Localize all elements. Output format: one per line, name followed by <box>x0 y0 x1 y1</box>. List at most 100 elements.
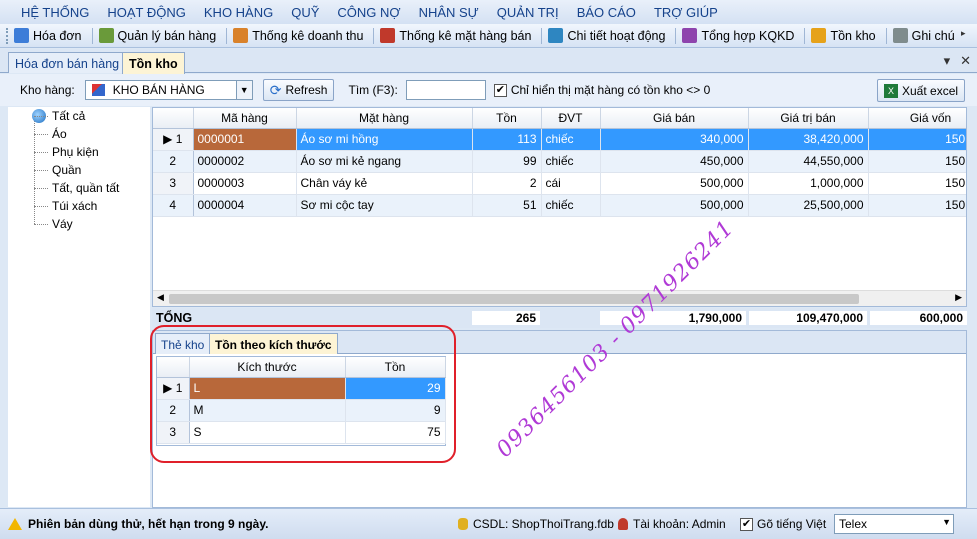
toolbar-button-5[interactable]: Tổng hợp KQKD <box>682 28 794 43</box>
menu-item-3[interactable]: QUỸ <box>291 5 319 20</box>
column-header[interactable]: Giá bán <box>600 108 749 129</box>
column-header[interactable]: Mặt hàng <box>296 108 473 129</box>
tree-item[interactable]: Quần <box>8 161 150 179</box>
tab-dropdown-icon[interactable]: ▾ <box>944 53 951 69</box>
cell-name[interactable]: Áo sơ mi kẻ ngang <box>296 150 473 173</box>
tree-item[interactable]: Tất cả <box>8 107 150 125</box>
cell-qty[interactable]: 51 <box>472 194 542 217</box>
column-header[interactable]: Giá vốn <box>868 108 966 129</box>
cell-name[interactable]: Áo sơ mi hồng <box>296 128 473 151</box>
tree-item[interactable]: Tất, quần tất <box>8 179 150 197</box>
only-nonzero-checkbox[interactable]: ✔ Chỉ hiển thị mặt hàng có tồn kho <> 0 <box>493 83 711 97</box>
menu-item-1[interactable]: HOẠT ĐỘNG <box>107 5 186 20</box>
tree-item[interactable]: Áo <box>8 125 150 143</box>
horizontal-scrollbar[interactable]: ◀ ▶ <box>153 290 966 306</box>
cell-code[interactable]: 0000004 <box>193 194 297 217</box>
tree-item-label: Túi xách <box>52 199 98 213</box>
toolbar-button-2[interactable]: Thống kê doanh thu <box>233 28 363 43</box>
chevron-down-icon[interactable]: ▼ <box>942 517 951 527</box>
toolbar-button-0[interactable]: Hóa đơn <box>14 28 82 43</box>
menu-bar: HỆ THỐNG HOẠT ĐỘNG KHO HÀNG QUỸ CÔNG NỢ NHÂN … <box>0 0 977 24</box>
checkbox-check-icon[interactable]: ✔ <box>740 517 753 531</box>
table-row[interactable]: ▶ 1 0000001 Áo sơ mi hồng 113 chiếc 340,000 38… <box>153 128 966 151</box>
tree-item[interactable]: Phụ kiện <box>8 143 150 161</box>
column-header[interactable]: Tồn <box>472 108 542 129</box>
row-number: 2 <box>169 154 177 168</box>
tree-item[interactable]: Túi xách <box>8 197 150 215</box>
cell-code[interactable]: 0000002 <box>193 150 297 173</box>
chevron-down-icon[interactable]: ▼ <box>235 81 252 99</box>
totals-label: TỔNG <box>156 311 193 325</box>
cell-value[interactable]: 38,420,000 <box>748 128 869 151</box>
cell-price[interactable]: 500,000 <box>600 172 749 195</box>
checkbox-check-icon[interactable]: ✔ <box>493 83 507 97</box>
tab-ton-kho[interactable]: Tồn kho <box>122 52 185 74</box>
menu-item-8[interactable]: TRỢ GIÚP <box>654 5 718 20</box>
toolbar-grip[interactable] <box>6 27 10 44</box>
menu-item-4[interactable]: CÔNG NỢ <box>337 5 400 20</box>
input-method-select[interactable]: Telex ▼ <box>834 514 954 534</box>
cell-name[interactable]: Sơ mi cộc tay <box>296 194 473 217</box>
database-status: CSDL: ShopThoiTrang.fdb <box>458 517 614 531</box>
toolbar: Hóa đơn Quản lý bán hàng Thống kê doanh th… <box>0 24 977 48</box>
warehouse-select[interactable]: KHO BÁN HÀNG ▼ <box>84 80 253 100</box>
cell-qty[interactable]: 113 <box>472 128 542 151</box>
menu-item-7[interactable]: BÁO CÁO <box>577 5 636 20</box>
row-header[interactable]: 2 <box>153 150 194 173</box>
cell-code[interactable]: 0000001 <box>193 128 297 151</box>
cell-cost[interactable]: 150,000 <box>868 172 966 195</box>
cell-qty[interactable]: 2 <box>472 172 542 195</box>
row-header[interactable]: 3 <box>153 172 194 195</box>
table-row[interactable]: 2 0000002 Áo sơ mi kẻ ngang 99 chiếc 450,000 4… <box>153 150 966 173</box>
toolbar-button-6[interactable]: Tồn kho <box>811 28 876 43</box>
cell-value[interactable]: 44,550,000 <box>748 150 869 173</box>
column-header[interactable]: ĐVT <box>541 108 601 129</box>
menu-item-5[interactable]: NHÂN SỰ <box>419 5 479 20</box>
scrollbar-thumb[interactable] <box>169 294 859 304</box>
column-header[interactable]: Giá trị bán <box>748 108 869 129</box>
row-header[interactable]: ▶ 1 <box>153 128 194 151</box>
tree-item[interactable]: Váy <box>8 215 150 233</box>
column-header[interactable]: Mã hàng <box>193 108 297 129</box>
trial-status: Phiên bản dùng thử, hết hạn trong 9 ngày… <box>8 517 268 531</box>
tab-hoa-don-ban-hang[interactable]: Hóa đơn bán hàng <box>8 52 127 73</box>
table-row[interactable]: 4 0000004 Sơ mi cộc tay 51 chiếc 500,000 25,50… <box>153 194 966 217</box>
cell-unit[interactable]: chiếc <box>541 128 601 151</box>
search-input[interactable] <box>405 80 486 100</box>
only-nonzero-label: Chỉ hiển thị mặt hàng có tồn kho <> 0 <box>510 83 711 97</box>
toolbar-button-7[interactable]: Ghi chú <box>892 28 955 43</box>
refresh-button[interactable]: ⟳ Refresh <box>262 79 335 101</box>
cell-value[interactable]: 25,500,000 <box>748 194 869 217</box>
row-header[interactable]: 4 <box>153 194 194 217</box>
cell-cost[interactable]: 150,000 <box>868 128 966 151</box>
cell-unit[interactable]: chiếc <box>541 150 601 173</box>
overflow-icon[interactable]: ▸ <box>961 28 969 43</box>
toolbar-label-1: Quản lý bán hàng <box>117 28 217 43</box>
cell-value[interactable]: 1,000,000 <box>748 172 869 195</box>
summary-icon <box>682 28 698 43</box>
toolbar-separator <box>373 27 375 44</box>
cell-qty[interactable]: 99 <box>472 150 542 173</box>
export-excel-button[interactable]: X Xuất excel <box>877 79 966 102</box>
menu-item-0[interactable]: HỆ THỐNG <box>21 5 89 20</box>
toolbar-button-1[interactable]: Quản lý bán hàng <box>98 28 217 43</box>
filter-bar: Kho hàng: KHO BÁN HÀNG ▼ ⟳ Refresh Tìm (… <box>0 74 977 106</box>
cell-price[interactable]: 500,000 <box>600 194 749 217</box>
menu-item-2[interactable]: KHO HÀNG <box>204 5 273 20</box>
table-row[interactable]: 3 0000003 Chân váy kẻ 2 cái 500,000 1,000,000 1… <box>153 172 966 195</box>
cell-cost[interactable]: 150,000 <box>868 194 966 217</box>
database-text: CSDL: ShopThoiTrang.fdb <box>473 517 614 531</box>
cell-unit[interactable]: chiếc <box>541 194 601 217</box>
menu-item-6[interactable]: QUẢN TRỊ <box>497 5 559 20</box>
vn-typing-checkbox[interactable]: ✔ Gõ tiếng Việt <box>740 517 826 531</box>
toolbar-button-4[interactable]: Chi tiết hoạt động <box>548 28 665 43</box>
close-icon[interactable]: ✕ <box>960 53 971 69</box>
cell-cost[interactable]: 150,000 <box>868 150 966 173</box>
cell-name[interactable]: Chân váy kẻ <box>296 172 473 195</box>
cell-price[interactable]: 340,000 <box>600 128 749 151</box>
cell-price[interactable]: 450,000 <box>600 150 749 173</box>
toolbar-button-3[interactable]: Thống kê mặt hàng bán <box>380 28 531 43</box>
cell-code[interactable]: 0000003 <box>193 172 297 195</box>
refresh-icon: ⟳ <box>269 81 282 98</box>
cell-unit[interactable]: cái <box>541 172 601 195</box>
